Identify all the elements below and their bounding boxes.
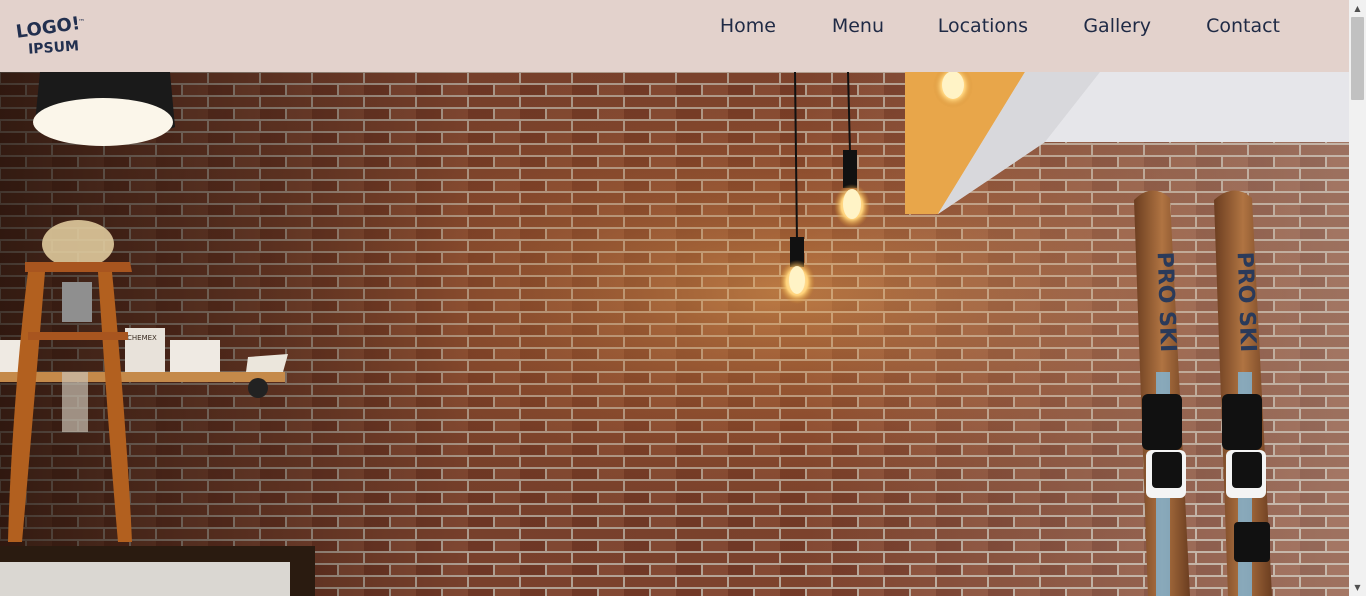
page: LOGO! IPSUM ™ Home Menu Locations Galler…: [0, 0, 1349, 596]
ski-2-label: PRO SKI: [1232, 251, 1260, 352]
vertical-scrollbar[interactable]: ▲ ▼: [1349, 0, 1366, 596]
nav-link-gallery[interactable]: Gallery: [1083, 15, 1151, 37]
scroll-down-icon[interactable]: ▼: [1349, 579, 1366, 596]
logo-trademark: ™: [78, 18, 85, 26]
logo-text-line2: IPSUM: [28, 38, 80, 58]
pendant-lamp: [33, 72, 175, 146]
nav-link-menu[interactable]: Menu: [832, 15, 884, 37]
logo-link[interactable]: LOGO! IPSUM ™: [14, 12, 88, 60]
ski-1-label: PRO SKI: [1152, 251, 1180, 352]
nav-link-contact[interactable]: Contact: [1206, 15, 1280, 37]
site-header: LOGO! IPSUM ™ Home Menu Locations Galler…: [0, 0, 1349, 72]
nav-link-home[interactable]: Home: [720, 15, 776, 37]
scroll-up-icon[interactable]: ▲: [1349, 0, 1366, 17]
hero-photo-brick-wall: CHEMEX PRO SKI PRO SKI: [0, 72, 1349, 596]
shelf-box-label: CHEMEX: [127, 334, 157, 342]
nav-link-locations[interactable]: Locations: [938, 15, 1028, 37]
logo-icon: LOGO! IPSUM ™: [15, 13, 85, 58]
scrollbar-thumb[interactable]: [1351, 17, 1364, 100]
hero-image: CHEMEX PRO SKI PRO SKI: [0, 72, 1349, 596]
